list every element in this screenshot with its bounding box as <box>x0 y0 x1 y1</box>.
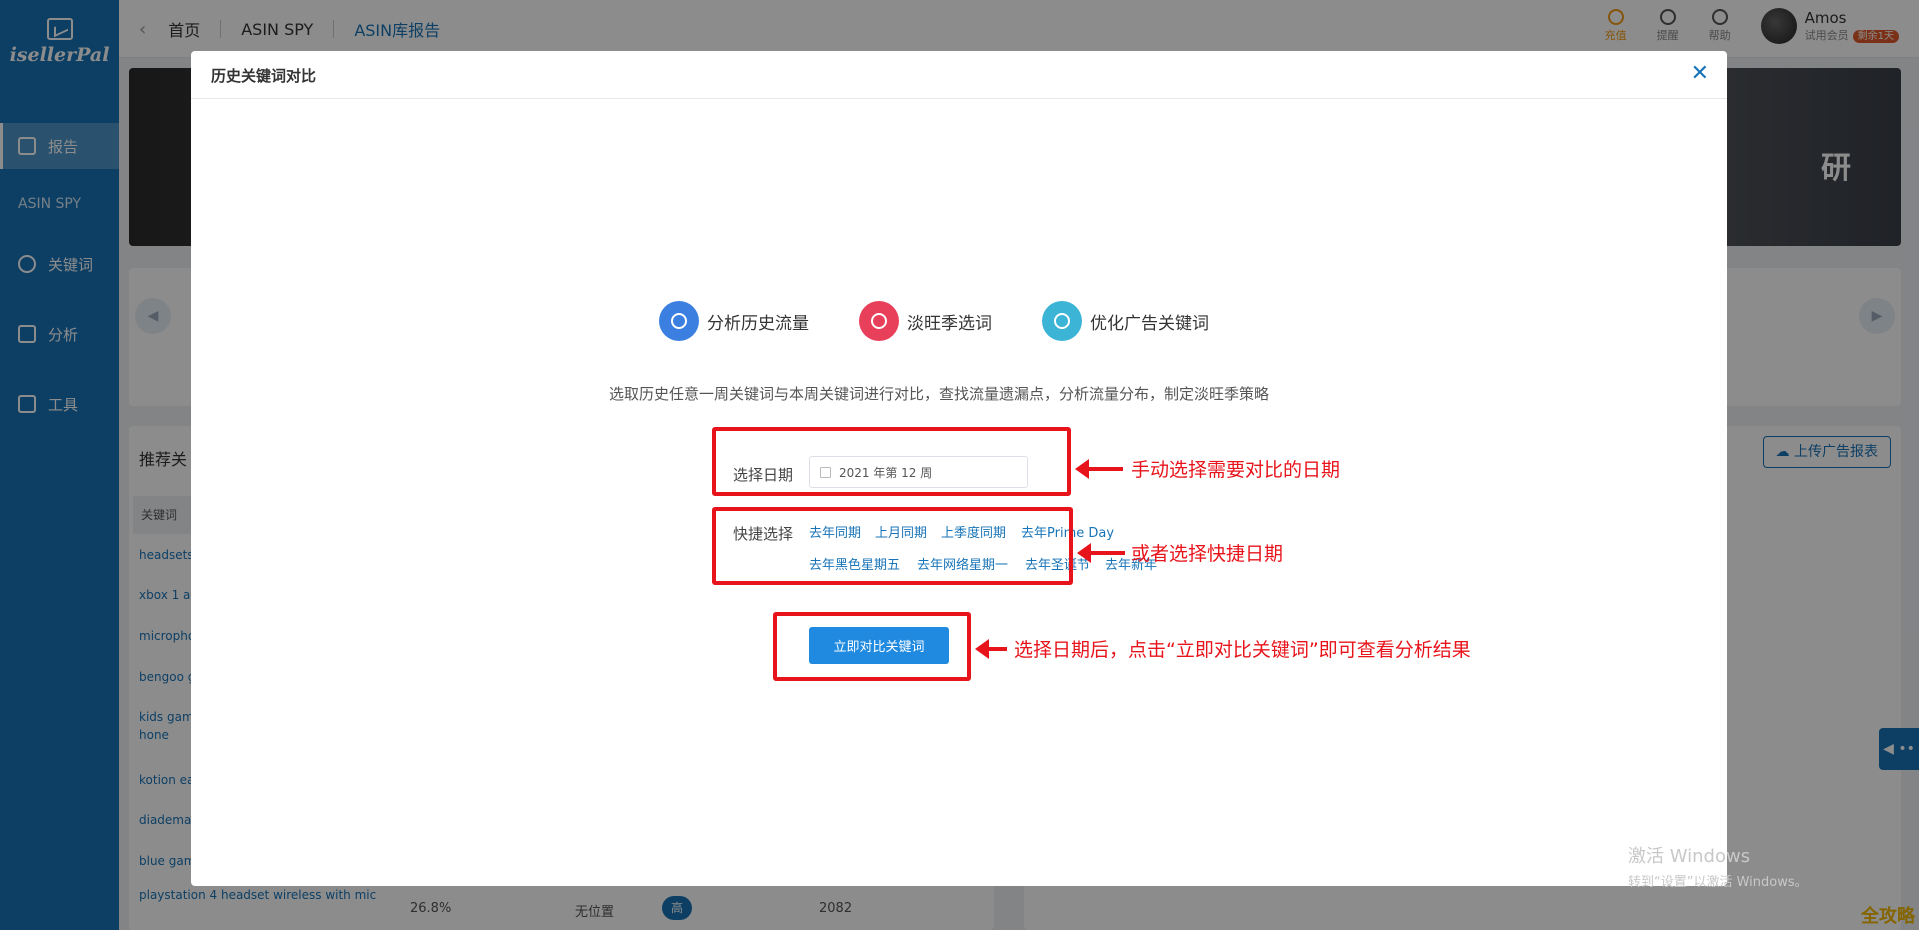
feature-seasonal: 淡旺季选词 <box>859 301 992 341</box>
feature-analyze-history: 分析历史流量 <box>659 301 809 341</box>
annotation-text-date: 手动选择需要对比的日期 <box>1131 459 1341 481</box>
windows-activation-hint: 转到“设置”以激活 Windows。 <box>1628 875 1808 890</box>
annotation-arrow-icon <box>1077 543 1125 563</box>
feature-list: 分析历史流量 淡旺季选词 优化广告关键词 <box>191 301 1727 341</box>
modal-header: 历史关键词对比 ✕ <box>191 51 1727 99</box>
modal-description: 选取历史任意一周关键词与本周关键词进行对比，查找流量遗漏点，分析流量分布，制定淡… <box>608 385 1269 403</box>
feature-optimize-ads: 优化广告关键词 <box>1042 301 1209 341</box>
windows-activation-notice: 激活 Windows 转到“设置”以激活 Windows。 <box>1628 842 1808 890</box>
modal-title: 历史关键词对比 <box>211 67 317 85</box>
windows-activation-title: 激活 Windows <box>1628 846 1751 867</box>
annotation-box-button <box>773 612 971 681</box>
rocket-icon <box>1042 301 1082 341</box>
annotation-text-quick: 或者选择快捷日期 <box>1131 543 1284 565</box>
annotation-box-date <box>712 427 1071 496</box>
annotation-text-button: 选择日期后，点击“立即对比关键词”即可查看分析结果 <box>1014 639 1471 661</box>
annotation-arrow-icon <box>1075 459 1123 479</box>
feature-label: 分析历史流量 <box>707 313 809 334</box>
annotation-box-quick <box>712 507 1073 585</box>
close-icon[interactable]: ✕ <box>1691 61 1709 87</box>
feature-label: 淡旺季选词 <box>907 313 992 334</box>
annotation-arrow-icon <box>975 639 1007 659</box>
feature-label: 优化广告关键词 <box>1090 313 1209 334</box>
pie-chart-icon <box>659 301 699 341</box>
history-compare-modal: 历史关键词对比 ✕ 分析历史流量 淡旺季选词 优化广告关键词 选取历史任意一周关… <box>191 51 1727 886</box>
season-icon <box>859 301 899 341</box>
